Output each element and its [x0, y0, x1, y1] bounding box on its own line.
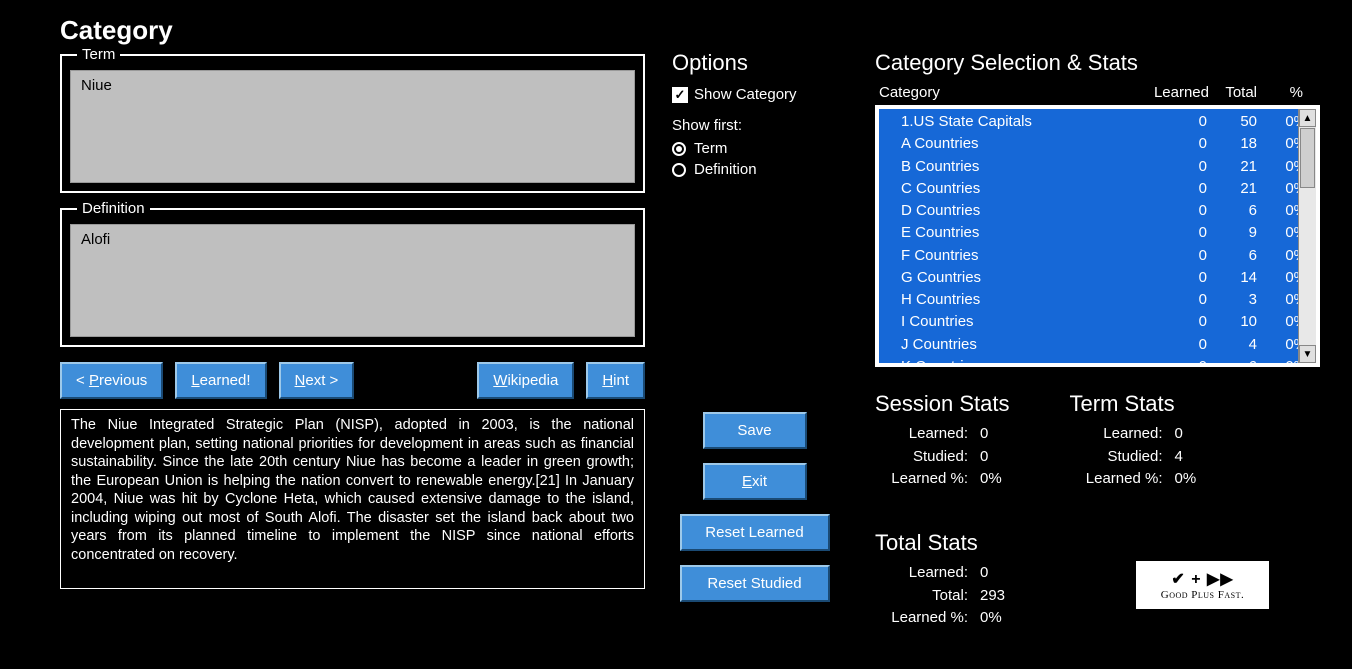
- list-item[interactable]: G Countries0140%: [879, 267, 1298, 289]
- list-item[interactable]: F Countries060%: [879, 245, 1298, 267]
- definition-value: Alofi: [70, 224, 635, 337]
- list-item[interactable]: E Countries090%: [879, 222, 1298, 244]
- wikipedia-button[interactable]: Wikipedia: [477, 362, 574, 399]
- list-item[interactable]: C Countries0210%: [879, 178, 1298, 200]
- list-item[interactable]: D Countries060%: [879, 200, 1298, 222]
- previous-button[interactable]: < Previous: [60, 362, 163, 399]
- hint-button[interactable]: Hint: [586, 362, 645, 399]
- logo: ✔ + ▶▶ Good Plus Fast.: [1135, 560, 1270, 610]
- show-first-label: Show first:: [672, 117, 857, 134]
- scroll-up-icon[interactable]: ▲: [1299, 109, 1316, 127]
- show-category-label: Show Category: [694, 86, 797, 103]
- list-item[interactable]: B Countries0210%: [879, 156, 1298, 178]
- list-item[interactable]: A Countries0180%: [879, 133, 1298, 155]
- list-item[interactable]: J Countries040%: [879, 334, 1298, 356]
- learned-button[interactable]: Learned!: [175, 362, 266, 399]
- list-item[interactable]: H Countries030%: [879, 289, 1298, 311]
- show-category-checkbox[interactable]: ✓ Show Category: [672, 86, 857, 103]
- session-stats: Session Stats Learned:0 Studied:0 Learne…: [875, 391, 1010, 491]
- radio-definition[interactable]: Definition: [672, 161, 857, 178]
- info-text: The Niue Integrated Strategic Plan (NISP…: [60, 409, 645, 589]
- scroll-thumb[interactable]: [1300, 128, 1315, 188]
- reset-learned-button[interactable]: Reset Learned: [680, 514, 830, 551]
- list-item[interactable]: 1.US State Capitals0500%: [879, 111, 1298, 133]
- list-item[interactable]: K Countries060%: [879, 356, 1298, 363]
- radio-icon: [672, 142, 686, 156]
- exit-button[interactable]: Exit: [703, 463, 807, 500]
- logo-text: Good Plus Fast.: [1161, 589, 1245, 601]
- reset-studied-button[interactable]: Reset Studied: [680, 565, 830, 602]
- checkbox-icon: ✓: [672, 87, 688, 103]
- page-title: Category: [60, 15, 645, 46]
- term-fieldset: Term Niue: [60, 54, 645, 193]
- list-item[interactable]: I Countries0100%: [879, 311, 1298, 333]
- category-stats-title: Category Selection & Stats: [875, 50, 1320, 76]
- radio-term[interactable]: Term: [672, 140, 857, 157]
- logo-icon: ✔ + ▶▶: [1171, 569, 1233, 589]
- term-value: Niue: [70, 70, 635, 183]
- next-button[interactable]: Next >: [279, 362, 355, 399]
- radio-icon: [672, 163, 686, 177]
- category-stats-header: Category Learned Total %: [875, 84, 1320, 101]
- definition-legend: Definition: [77, 200, 150, 217]
- definition-fieldset: Definition Alofi: [60, 208, 645, 347]
- term-stats: Term Stats Learned:0 Studied:4 Learned %…: [1070, 391, 1197, 491]
- scrollbar[interactable]: ▲ ▼: [1298, 109, 1316, 363]
- scroll-down-icon[interactable]: ▼: [1299, 345, 1316, 363]
- total-stats: Total Stats Learned:0 Total:293 Learned …: [875, 530, 1175, 630]
- category-listbox[interactable]: 1.US State Capitals0500%A Countries0180%…: [875, 105, 1320, 367]
- term-legend: Term: [77, 46, 120, 63]
- options-title: Options: [672, 50, 857, 76]
- save-button[interactable]: Save: [703, 412, 807, 449]
